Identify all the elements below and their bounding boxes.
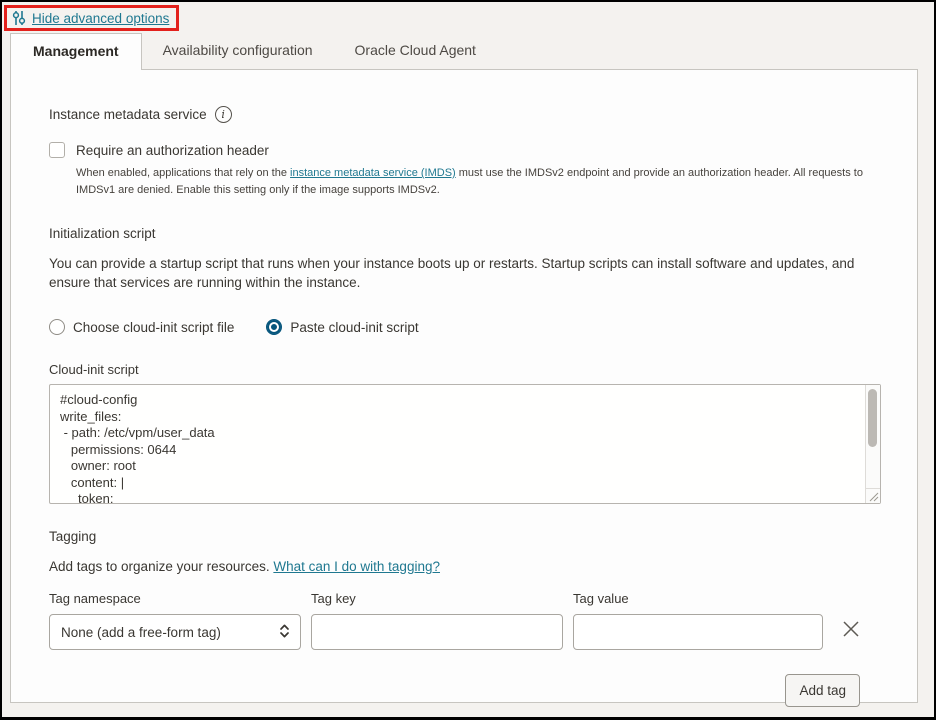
- tab-oracle-cloud-agent[interactable]: Oracle Cloud Agent: [334, 33, 497, 69]
- tag-value-label: Tag value: [573, 591, 823, 606]
- remove-tag-button[interactable]: [840, 619, 862, 641]
- require-auth-header-row: Require an authorization header: [49, 142, 879, 158]
- require-auth-header-label: Require an authorization header: [76, 143, 269, 158]
- tag-namespace-label: Tag namespace: [49, 591, 301, 606]
- tagging-description: Add tags to organize your resources. Wha…: [49, 559, 879, 574]
- tag-key-input[interactable]: [311, 614, 563, 650]
- tab-management[interactable]: Management: [10, 33, 142, 70]
- textarea-scrollbar[interactable]: [865, 385, 880, 488]
- textarea-resize-handle[interactable]: [865, 488, 880, 503]
- add-tag-button[interactable]: Add tag: [785, 674, 860, 707]
- textarea-scrollbar-thumb[interactable]: [868, 389, 877, 447]
- tagging-heading: Tagging: [49, 529, 879, 544]
- tag-namespace-selected-value: None (add a free-form tag): [61, 625, 221, 640]
- initialization-script-description: You can provide a startup script that ru…: [49, 254, 879, 292]
- tag-value-column: Tag value: [573, 591, 823, 650]
- choose-cloud-init-file-radio[interactable]: [49, 319, 65, 335]
- tagging-description-text: Add tags to organize your resources.: [49, 559, 273, 574]
- screenshot-root: { "toolbar": { "toggle_label": "Hide adv…: [0, 0, 936, 720]
- imds-help-text: When enabled, applications that rely on …: [76, 165, 879, 199]
- tag-key-column: Tag key: [311, 591, 563, 650]
- tag-namespace-column: Tag namespace None (add a free-form tag): [49, 591, 301, 650]
- initialization-script-heading: Initialization script: [49, 226, 879, 241]
- tag-value-input[interactable]: [573, 614, 823, 650]
- tagging-title: Tagging: [49, 529, 96, 544]
- hide-advanced-options-link[interactable]: Hide advanced options: [32, 11, 169, 26]
- initialization-script-title: Initialization script: [49, 226, 156, 241]
- instance-metadata-service-heading: Instance metadata service i: [49, 106, 879, 123]
- cloud-init-source-radio-group: Choose cloud-init script file Paste clou…: [49, 319, 879, 335]
- management-tab-panel: Instance metadata service i Require an a…: [10, 69, 918, 703]
- add-tag-row: Add tag: [49, 674, 879, 707]
- annotation-highlight-box: Hide advanced options: [4, 5, 179, 31]
- info-icon[interactable]: i: [215, 106, 232, 123]
- paste-cloud-init-label: Paste cloud-init script: [290, 320, 418, 335]
- tab-bar: Management Availability configuration Or…: [10, 33, 918, 69]
- tag-key-label: Tag key: [311, 591, 563, 606]
- choose-cloud-init-file-option[interactable]: Choose cloud-init script file: [49, 319, 234, 335]
- sliders-icon: [11, 10, 27, 26]
- imds-help-before: When enabled, applications that rely on …: [76, 167, 290, 179]
- tag-namespace-select[interactable]: None (add a free-form tag): [49, 614, 301, 650]
- paste-cloud-init-option[interactable]: Paste cloud-init script: [266, 319, 418, 335]
- tag-form-row: Tag namespace None (add a free-form tag)…: [49, 591, 879, 650]
- tagging-help-link[interactable]: What can I do with tagging?: [273, 559, 440, 574]
- require-auth-header-checkbox[interactable]: [49, 142, 65, 158]
- cloud-init-script-textarea[interactable]: #cloud-config write_files: - path: /etc/…: [49, 384, 881, 504]
- choose-cloud-init-file-label: Choose cloud-init script file: [73, 320, 234, 335]
- instance-metadata-service-title: Instance metadata service: [49, 107, 207, 122]
- advanced-options-row: Hide advanced options: [4, 5, 934, 31]
- imds-link[interactable]: instance metadata service (IMDS): [290, 167, 456, 179]
- paste-cloud-init-radio[interactable]: [266, 319, 282, 335]
- cloud-init-script-area: #cloud-config write_files: - path: /etc/…: [49, 384, 881, 504]
- cloud-init-script-label: Cloud-init script: [49, 362, 879, 377]
- select-chevrons-icon: [279, 623, 290, 642]
- tab-availability-configuration[interactable]: Availability configuration: [142, 33, 334, 69]
